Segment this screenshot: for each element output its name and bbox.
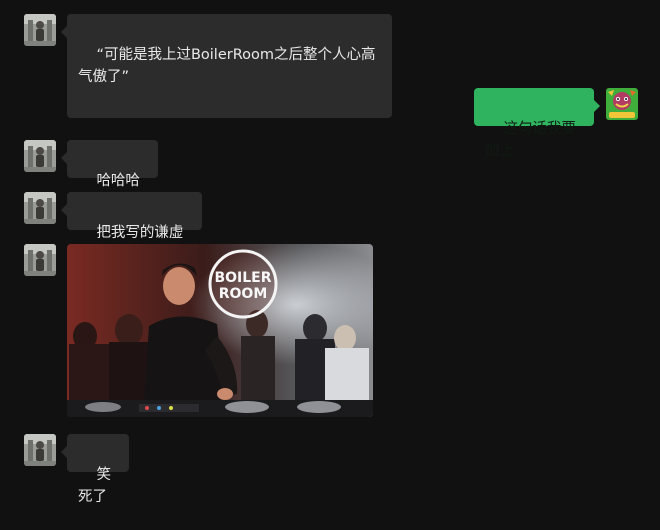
message-bubble-2[interactable]: 这句话我要加上 <box>474 88 600 159</box>
my-avatar-image <box>606 88 638 120</box>
contact-avatar-image <box>24 140 56 172</box>
message-image[interactable]: BOILER ROOM <box>67 244 373 417</box>
chat-window: “可能是我上过BoilerRoom之后整个人心高气傲了” 这句话我要加上 哈哈哈… <box>0 0 660 505</box>
contact-avatar-image <box>24 14 56 46</box>
message-bubble-4[interactable]: 把我写的谦虚一点 <box>61 192 202 263</box>
message-bubble-1[interactable]: “可能是我上过BoilerRoom之后整个人心高气傲了” <box>61 14 392 118</box>
message-text: 笑死了 <box>78 467 111 505</box>
logo-text-line2: ROOM <box>219 286 268 302</box>
my-avatar[interactable] <box>606 88 638 120</box>
contact-avatar-image <box>24 434 56 466</box>
contact-avatar[interactable] <box>24 140 56 172</box>
dj-photo: BOILER ROOM <box>67 244 373 417</box>
message-bubble-6[interactable]: 笑死了 <box>61 434 129 505</box>
contact-avatar-image <box>24 244 56 276</box>
contact-avatar[interactable] <box>24 434 56 466</box>
message-bubble-3[interactable]: 哈哈哈哈哈 <box>61 140 158 211</box>
contact-avatar[interactable] <box>24 244 56 276</box>
contact-avatar-image <box>24 192 56 224</box>
contact-avatar[interactable] <box>24 192 56 224</box>
message-text: 这句话我要加上 <box>485 121 576 159</box>
message-text: “可能是我上过BoilerRoom之后整个人心高气傲了” <box>78 47 376 85</box>
contact-avatar[interactable] <box>24 14 56 46</box>
logo-text-line1: BOILER <box>214 270 271 286</box>
